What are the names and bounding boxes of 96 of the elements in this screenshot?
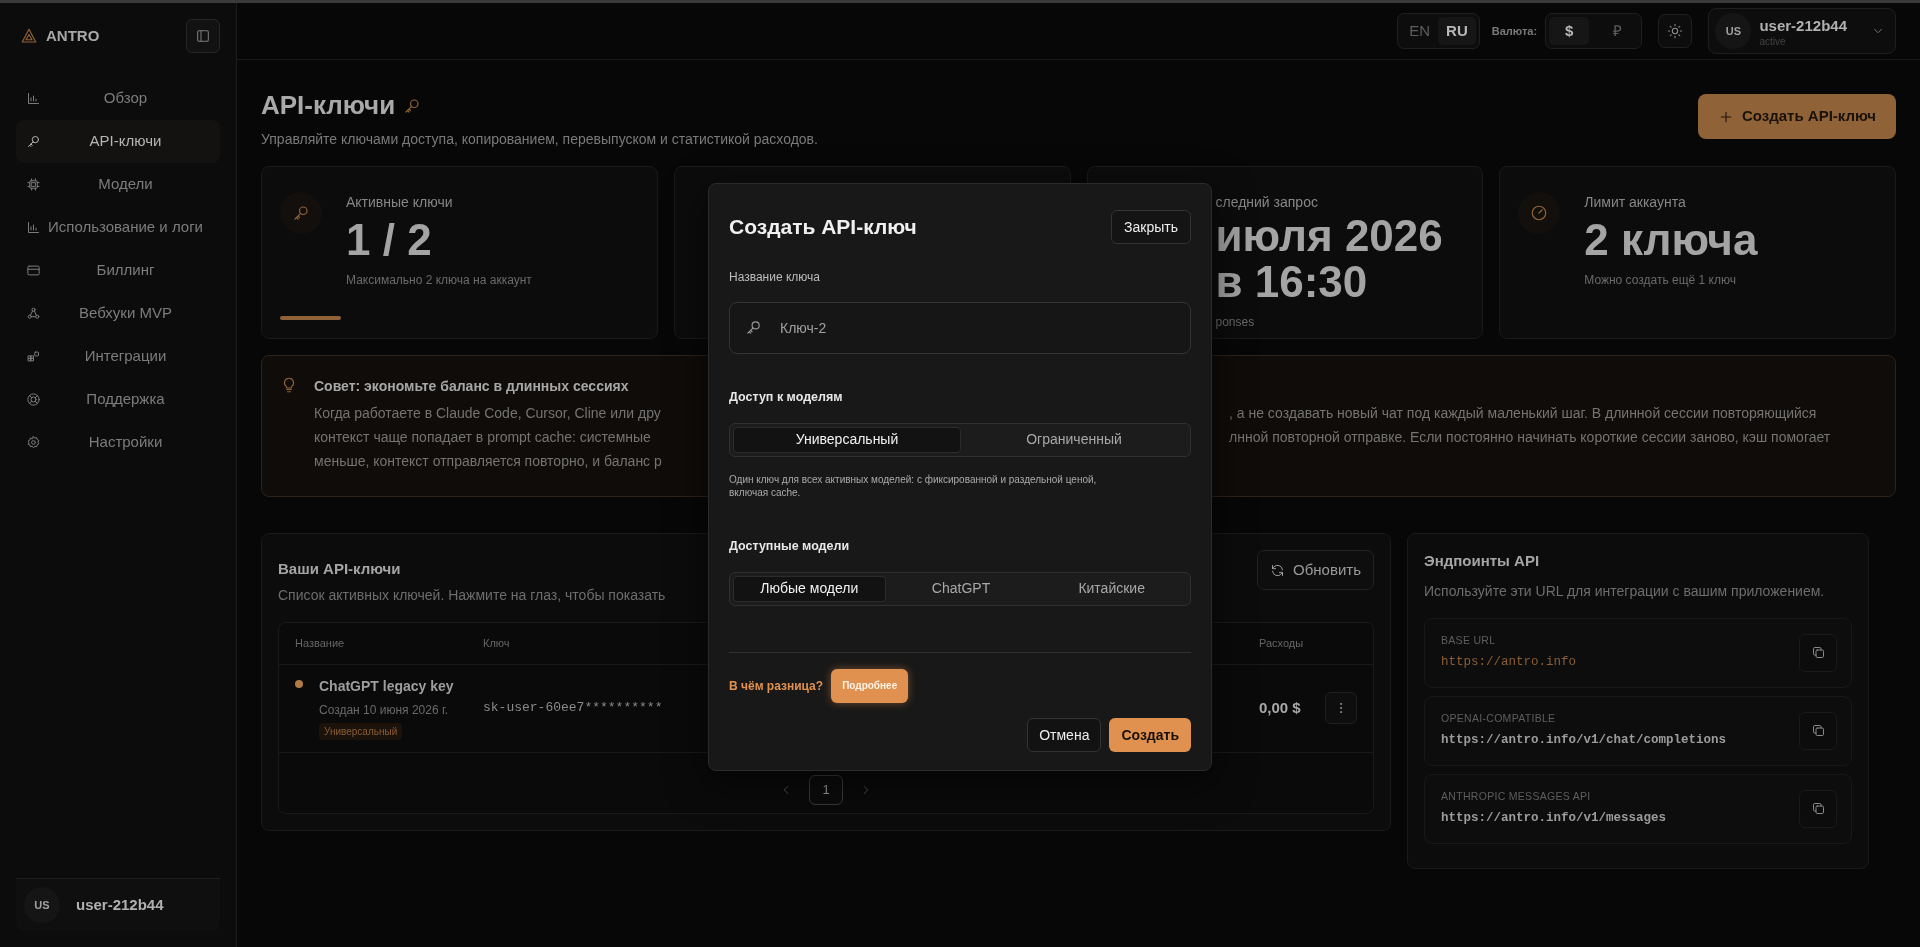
sidebar-item[interactable]: Настройки	[16, 421, 220, 464]
stat-label: следний запрос	[1215, 193, 1319, 212]
field-label: Название ключа	[729, 269, 821, 286]
section-title: Эндпоинты API	[1424, 551, 1541, 571]
create-key-button[interactable]: Создать API-ключ	[1697, 94, 1896, 139]
section-subtitle: Список активных ключей. Нажмите на глаз, чтобы показать	[278, 585, 666, 605]
copy-icon	[1810, 801, 1826, 816]
model-option[interactable]: Любые модели	[733, 575, 886, 602]
model-option[interactable]: Китайские	[1036, 575, 1187, 602]
page-button[interactable]: 1	[809, 774, 843, 805]
sidebar-toggle-button[interactable]	[186, 19, 220, 53]
stat-label: Лимит аккаунта	[1584, 193, 1687, 212]
sidebar-item[interactable]: Биллинг	[16, 249, 220, 292]
cancel-button[interactable]: Отмена	[1027, 718, 1102, 752]
nodes-icon	[26, 306, 41, 321]
section-label: Доступные модели	[729, 537, 851, 555]
bar-chart-icon	[26, 220, 41, 235]
currency-label: Валюта:	[1491, 23, 1538, 39]
tip-text: лнной повторной отправке. Если постоянно начинать короткие сессии заново, кэш помогает	[1229, 428, 1831, 447]
key-value: sk-user-60ee7**********	[483, 699, 664, 718]
key-name: ChatGPT legacy key	[319, 677, 454, 696]
user-name: user-212b44	[1759, 15, 1847, 36]
user-avatar: US	[24, 887, 60, 923]
credit-card-icon	[26, 263, 41, 278]
model-option[interactable]: ChatGPT	[885, 575, 1037, 602]
theme-toggle-button[interactable]	[1658, 14, 1693, 48]
page-subtitle: Управляйте ключами доступа, копированием, перевыпуском и статистикой расходов.	[261, 130, 818, 149]
access-option[interactable]: Универсальный	[733, 426, 961, 453]
copy-icon	[1810, 645, 1826, 660]
sidebar-item[interactable]: Обзор	[16, 77, 220, 120]
settings-icon	[26, 435, 41, 450]
copy-button[interactable]	[1799, 789, 1837, 828]
sidebar-item[interactable]: Модели	[16, 163, 220, 206]
copy-icon	[1810, 723, 1826, 738]
user-name: user-212b44	[76, 894, 164, 915]
tip-text: Когда работаете в Claude Code, Cursor, Cline или дру	[314, 404, 661, 423]
tip-text: меньше, контекст отправляется повторно, и баланс р	[314, 452, 662, 471]
logo-icon	[20, 27, 38, 45]
stat-value: в 16:30	[1215, 259, 1369, 306]
lifebuoy-icon	[26, 392, 41, 407]
stat-value: июля 2026	[1215, 213, 1443, 260]
endpoint-label: OPENAI-COMPATIBLE	[1441, 711, 1557, 727]
endpoint-url: https://antro.info/v1/chat/completions	[1441, 732, 1727, 749]
copy-button[interactable]	[1799, 633, 1837, 672]
refresh-button[interactable]: Обновить	[1257, 550, 1374, 590]
endpoint-url: https://antro.info	[1441, 654, 1577, 671]
sidebar-item[interactable]: Вебхуки MVP	[16, 292, 220, 335]
key-icon	[26, 134, 41, 149]
gauge-icon	[1530, 204, 1549, 222]
column-header: Расходы	[1259, 635, 1304, 651]
copy-button[interactable]	[1799, 711, 1837, 750]
column-header: Название	[295, 635, 346, 651]
stat-value: 1 / 2	[346, 217, 433, 264]
currency-option[interactable]: $	[1549, 16, 1590, 46]
key-icon	[403, 96, 422, 115]
difference-question: В чём разница?	[729, 677, 824, 695]
help-text: Один ключ для всех активных моделей: с фиксированной и раздельной ценой, включая cache.	[729, 472, 1098, 499]
stat-note: Максимально 2 ключа на аккаунт	[346, 272, 532, 290]
brand-name: ANTRO	[46, 25, 100, 46]
column-header: Ключ	[483, 635, 511, 651]
endpoint-url: https://antro.info/v1/messages	[1441, 810, 1667, 827]
panel-icon	[195, 28, 211, 44]
key-spend: 0,00 $	[1259, 697, 1301, 718]
section-label: Доступ к моделям	[729, 389, 844, 406]
stat-value: 2 ключа	[1584, 217, 1758, 264]
user-avatar: US	[1715, 13, 1752, 49]
tip-text: контекст чаще попадает в prompt cache: системные	[314, 428, 651, 447]
key-type-tag: Универсальный	[319, 723, 403, 740]
section-title: Ваши API-ключи	[278, 559, 402, 579]
tip-title: Совет: экономьте баланс в длинных сессиях	[314, 377, 630, 396]
sun-icon	[1667, 23, 1684, 39]
blocks-icon	[26, 349, 41, 364]
sidebar-item[interactable]: Использование и логи	[16, 206, 220, 249]
language-option[interactable]: RU	[1438, 16, 1476, 46]
key-icon	[292, 204, 310, 222]
key-icon	[745, 319, 762, 336]
endpoint-label: ANTHROPIC MESSAGES API	[1441, 789, 1592, 805]
chip-icon	[26, 177, 41, 192]
sidebar-item[interactable]: Поддержка	[16, 378, 220, 421]
page-title: API-ключи	[261, 89, 396, 122]
access-option[interactable]: Ограниченный	[961, 426, 1187, 453]
refresh-icon	[1270, 562, 1286, 578]
stat-note: Можно создать ещё 1 ключ	[1584, 272, 1737, 290]
endpoint-label: BASE URL	[1441, 633, 1497, 649]
sidebar-item[interactable]: Интеграции	[16, 335, 220, 378]
tip-text: , а не создавать новый чат под каждый маленький шаг. В длинной сессии повторяющийся	[1229, 404, 1818, 423]
stat-label: Активные ключи	[346, 193, 454, 212]
modal-title: Создать API-ключ	[729, 214, 917, 241]
bar-chart-icon	[26, 91, 41, 106]
close-button[interactable]: Закрыть	[1111, 210, 1191, 244]
create-button[interactable]: Создать	[1109, 718, 1191, 752]
stat-note: ponses	[1215, 314, 1256, 332]
sidebar-item[interactable]: API-ключи	[16, 120, 220, 163]
section-subtitle: Используйте эти URL для интеграции с вашим приложением.	[1424, 581, 1826, 601]
key-created-date: Создан 10 июня 2026 г.	[319, 702, 449, 719]
key-name-field[interactable]: Ключ-2	[729, 302, 1191, 354]
